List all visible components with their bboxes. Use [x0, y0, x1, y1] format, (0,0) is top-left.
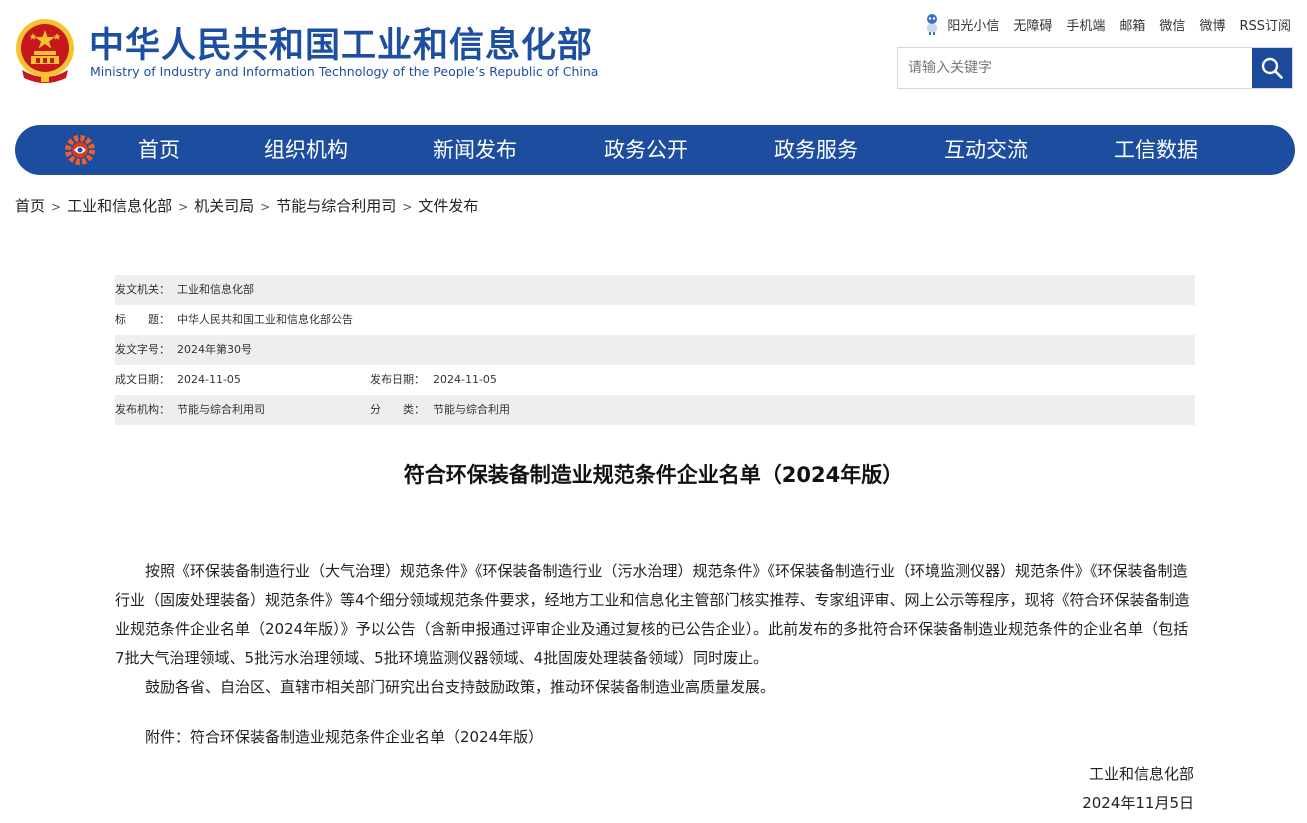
breadcrumb-separator-icon: > [260, 200, 271, 214]
meta-row-title: 标 题： 中华人民共和国工业和信息化部公告 [115, 305, 1195, 335]
site-subtitle: Ministry of Industry and Information Tec… [90, 64, 599, 79]
breadcrumb-ministry[interactable]: 工业和信息化部 [67, 197, 172, 215]
meta-created-date: 2024-11-05 [177, 373, 241, 386]
attachment-link[interactable]: 附件：符合环保装备制造业规范条件企业名单（2024年版） [115, 723, 1195, 752]
meta-label: 分 类： [370, 403, 425, 416]
nav-gear-logo-icon [65, 135, 95, 165]
main-nav: 首页 组织机构 新闻发布 政务公开 政务服务 互动交流 工信数据 [15, 125, 1295, 175]
link-mobile[interactable]: 手机端 [1066, 15, 1105, 34]
meta-label: 发文字号： [115, 343, 170, 356]
link-mailbox[interactable]: 邮箱 [1119, 15, 1145, 34]
site-title: 中华人民共和国工业和信息化部 [89, 26, 594, 66]
meta-row-org: 发布机构： 节能与综合利用司 分 类： 节能与综合利用 [115, 395, 1195, 425]
link-rss[interactable]: RSS订阅 [1239, 15, 1291, 34]
meta-row-dates: 成文日期： 2024-11-05 发布日期： 2024-11-05 [115, 365, 1195, 395]
nav-item-government-affairs[interactable]: 政务公开 [604, 125, 688, 175]
national-emblem-logo [16, 19, 74, 83]
meta-label: 标 题： [115, 313, 170, 326]
breadcrumb-energy-department[interactable]: 节能与综合利用司 [276, 197, 396, 215]
search-button[interactable] [1252, 48, 1292, 88]
meta-row-doc-no: 发文字号： 2024年第30号 [115, 335, 1195, 365]
meta-category: 节能与综合利用 [433, 403, 510, 416]
document-title: 符合环保装备制造业规范条件企业名单（2024年版） [403, 463, 904, 487]
nav-item-organization[interactable]: 组织机构 [264, 125, 348, 175]
nav-item-government-services[interactable]: 政务服务 [774, 125, 858, 175]
nav-item-news[interactable]: 新闻发布 [433, 125, 517, 175]
breadcrumb-separator-icon: > [402, 200, 413, 214]
body-paragraph: 鼓励各省、自治区、直辖市相关部门研究出台支持鼓励政策，推动环保装备制造业高质量发… [145, 678, 776, 696]
meta-label: 发布日期： [370, 373, 425, 386]
link-accessibility[interactable]: 无障碍 [1013, 15, 1052, 34]
nav-item-home[interactable]: 首页 [138, 125, 180, 175]
meta-doc-no: 2024年第30号 [177, 343, 252, 356]
meta-published-date: 2024-11-05 [433, 373, 497, 386]
signature-date: 2024年11月5日 [1082, 794, 1194, 812]
link-wechat[interactable]: 微信 [1159, 15, 1185, 34]
document-metadata: 发文机关： 工业和信息化部 标 题： 中华人民共和国工业和信息化部公告 发文字号… [115, 275, 1195, 425]
link-sunshine-xiaoxin[interactable]: 阳光小信 [947, 15, 999, 34]
breadcrumb: 首页 > 工业和信息化部 > 机关司局 > 节能与综合利用司 > 文件发布 [15, 195, 478, 216]
search-icon [1261, 57, 1283, 79]
meta-issuer: 工业和信息化部 [177, 283, 254, 296]
meta-row-issuer: 发文机关： 工业和信息化部 [115, 275, 1195, 305]
document-signature: 工业和信息化部 2024年11月5日 [1082, 760, 1194, 818]
body-paragraph: 按照《环保装备制造行业（大气治理）规范条件》《环保装备制造行业（污水治理）规范条… [115, 562, 1190, 667]
breadcrumb-home[interactable]: 首页 [15, 197, 45, 215]
breadcrumb-separator-icon: > [178, 200, 189, 214]
search-box [897, 47, 1293, 89]
meta-org: 节能与综合利用司 [177, 403, 265, 416]
top-links: 阳光小信 无障碍 手机端 邮箱 微信 微博 RSS订阅 [923, 13, 1291, 35]
document-body: 按照《环保装备制造行业（大气治理）规范条件》《环保装备制造行业（污水治理）规范条… [115, 557, 1195, 752]
signature-org: 工业和信息化部 [1088, 765, 1194, 783]
meta-label: 成文日期： [115, 373, 170, 386]
breadcrumb-documents[interactable]: 文件发布 [418, 197, 478, 215]
meta-label: 发布机构： [115, 403, 170, 416]
meta-title: 中华人民共和国工业和信息化部公告 [177, 313, 353, 326]
robot-assistant-icon[interactable] [923, 13, 941, 35]
breadcrumb-separator-icon: > [51, 200, 62, 214]
nav-item-data[interactable]: 工信数据 [1114, 125, 1198, 175]
link-weibo[interactable]: 微博 [1199, 15, 1225, 34]
search-input[interactable] [898, 48, 1253, 88]
meta-label: 发文机关： [115, 283, 170, 296]
nav-item-interaction[interactable]: 互动交流 [944, 125, 1028, 175]
breadcrumb-departments[interactable]: 机关司局 [194, 197, 254, 215]
